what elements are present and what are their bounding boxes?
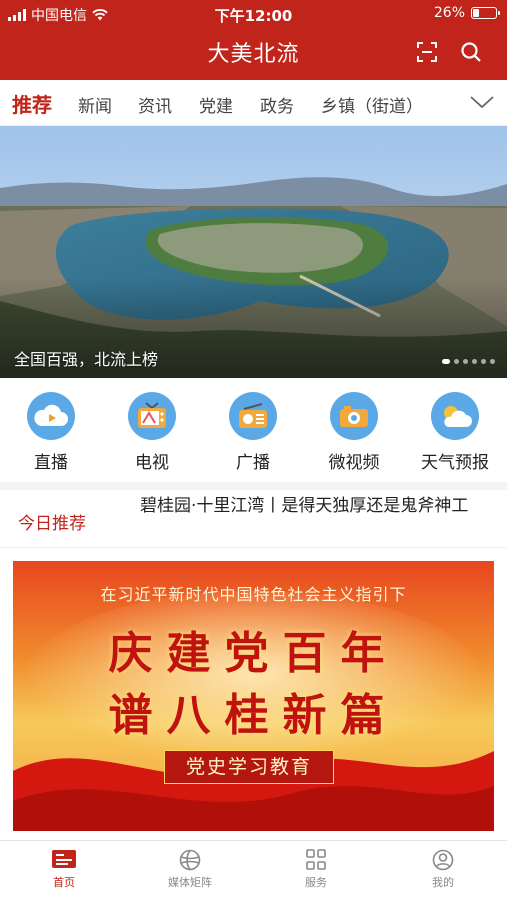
tabbar-profile[interactable]: 我的: [393, 849, 493, 890]
quick-link-radio[interactable]: 广播: [208, 392, 298, 473]
quick-links: 直播 电视 广播 微视频 天气预报: [0, 380, 507, 480]
tv-icon: [128, 392, 176, 440]
quick-link-tv[interactable]: 电视: [107, 392, 197, 473]
tab-recommend[interactable]: 推荐: [12, 89, 52, 118]
party-poster[interactable]: 在习近平新时代中国特色社会主义指引下 庆建党百年 谱八桂新篇 党史学习教育: [13, 561, 494, 831]
media-matrix-icon: [179, 849, 201, 871]
search-icon[interactable]: [459, 40, 483, 64]
category-tabs: 推荐 新闻 资讯 党建 政务 乡镇（街道）: [0, 80, 507, 126]
camera-icon: [330, 392, 378, 440]
quick-link-live[interactable]: 直播: [6, 392, 96, 473]
poster-badge: 党史学习教育: [164, 750, 334, 784]
weather-icon: [431, 392, 479, 440]
profile-icon: [432, 849, 454, 871]
quick-link-label: 天气预报: [421, 453, 489, 473]
poster-subtitle: 在习近平新时代中国特色社会主义指引下: [100, 585, 407, 604]
tab-towns[interactable]: 乡镇（街道）: [321, 92, 423, 117]
battery-percent: 26%: [433, 5, 465, 21]
home-icon: [52, 850, 76, 868]
tabbar-label: 服务: [305, 876, 327, 889]
scan-icon[interactable]: [415, 40, 439, 64]
carousel-dot: [442, 359, 450, 364]
carousel-dot: [454, 359, 459, 364]
poster-headline-1: 庆建党百年: [108, 628, 399, 679]
banner-carousel[interactable]: 全国百强，北流上榜: [0, 126, 507, 378]
carousel-dot: [481, 359, 486, 364]
tab-news[interactable]: 新闻: [78, 92, 112, 117]
services-grid-icon: [306, 849, 326, 870]
status-time: 下午12:00: [214, 7, 293, 25]
today-recommend[interactable]: 今日推荐 碧桂园·十里江湾丨是得天独厚还是鬼斧神工: [0, 490, 507, 548]
quick-link-label: 广播: [236, 453, 270, 473]
banner-image: [0, 126, 507, 378]
today-headline[interactable]: 碧桂园·十里江湾丨是得天独厚还是鬼斧神工: [140, 494, 485, 519]
quick-link-weather[interactable]: 天气预报: [410, 392, 500, 473]
tabbar-label: 媒体矩阵: [168, 876, 212, 889]
section-divider: [0, 482, 507, 490]
status-right: 26%: [433, 5, 500, 21]
carousel-dots: [442, 359, 495, 364]
bottom-tab-bar: 首页 媒体矩阵 服务 我的: [0, 840, 507, 900]
carousel-dot: [472, 359, 477, 364]
tabbar-media-matrix[interactable]: 媒体矩阵: [140, 849, 240, 890]
quick-link-label: 微视频: [328, 453, 380, 473]
quick-link-label: 直播: [34, 453, 68, 473]
tabbar-label: 首页: [53, 876, 75, 889]
quick-link-micro-video[interactable]: 微视频: [309, 392, 399, 473]
live-icon: [27, 392, 75, 440]
radio-icon: [229, 392, 277, 440]
quick-link-label: 电视: [135, 453, 169, 473]
chevron-down-icon[interactable]: [469, 94, 495, 110]
top-bar: 中国电信 下午12:00 26% 大美北流: [0, 0, 507, 80]
carousel-dot: [490, 359, 495, 364]
carousel-dot: [463, 359, 468, 364]
poster-headline-2: 谱八桂新篇: [108, 690, 399, 741]
tabbar-home[interactable]: 首页: [14, 849, 114, 890]
tabbar-services[interactable]: 服务: [266, 849, 366, 890]
today-recommend-tag: 今日推荐: [18, 514, 86, 534]
tab-government[interactable]: 政务: [260, 92, 294, 117]
status-bar: 中国电信 下午12:00 26%: [0, 0, 507, 28]
tab-party[interactable]: 党建: [199, 92, 233, 117]
battery-icon: [471, 7, 500, 19]
tabbar-label: 我的: [432, 876, 454, 889]
banner-caption: 全国百强，北流上榜: [14, 350, 159, 369]
tab-info[interactable]: 资讯: [138, 92, 172, 117]
